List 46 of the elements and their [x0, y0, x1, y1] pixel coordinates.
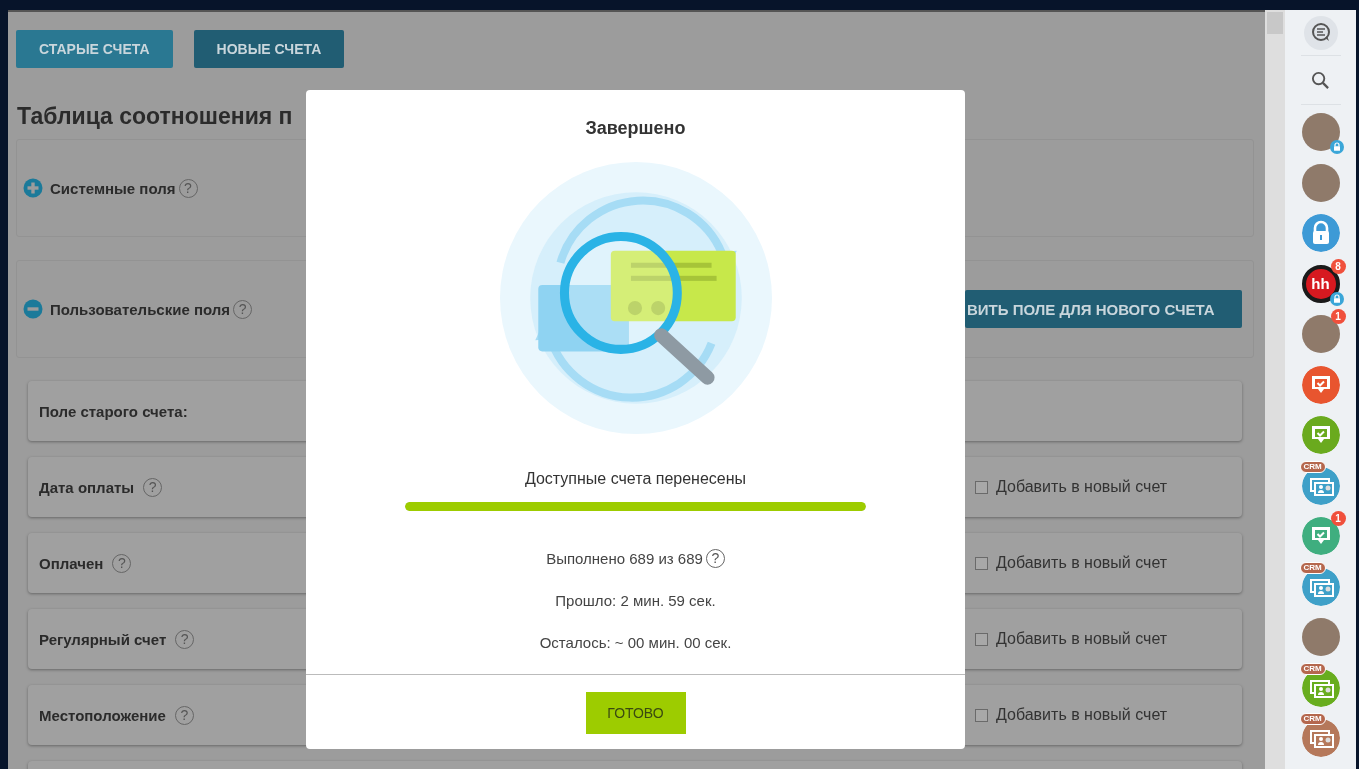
- add-field-button[interactable]: ВИТЬ ПОЛЕ ДЛЯ НОВОГО СЧЕТА: [965, 290, 1242, 328]
- crm-tag: CRM: [1299, 460, 1326, 473]
- checkbox-label[interactable]: Добавить в новый счет: [996, 706, 1168, 724]
- notification-badge: 1: [1330, 309, 1346, 324]
- avatar-placeholder[interactable]: [1301, 163, 1340, 202]
- crm-tag: CRM: [1299, 662, 1326, 675]
- checkbox-label[interactable]: Добавить в новый счет: [996, 478, 1168, 496]
- elapsed-time: Прошло: 2 мин. 59 сек.: [555, 591, 716, 609]
- status-message: Доступные счета перенесены: [524, 470, 747, 488]
- tab[interactable]: СТАРЫЕ СЧЕТА: [16, 30, 173, 68]
- section-title: Системные поля: [50, 179, 176, 197]
- contacts-app-icon[interactable]: [1301, 668, 1340, 707]
- field-label: Дата оплаты: [39, 478, 135, 496]
- field-label: Регулярный счет: [39, 630, 167, 648]
- contacts-app-icon[interactable]: [1301, 567, 1340, 606]
- chat-icon[interactable]: [1303, 15, 1338, 50]
- checkbox[interactable]: [975, 556, 988, 570]
- crm-tag: CRM: [1299, 713, 1326, 725]
- search-icon[interactable]: [1311, 70, 1330, 90]
- section-title: Пользовательские поля: [50, 300, 231, 318]
- tab[interactable]: НОВЫЕ СЧЕТА: [193, 30, 345, 68]
- expand-toggle-icon[interactable]: [23, 299, 43, 319]
- avatar-placeholder[interactable]: [1301, 618, 1340, 656]
- done-count: Выполнено 689 из 689: [546, 549, 703, 567]
- crm-tag: CRM: [1299, 561, 1326, 574]
- checkbox[interactable]: [975, 632, 988, 646]
- checkbox-label[interactable]: Добавить в новый счет: [996, 630, 1168, 648]
- expand-toggle-icon[interactable]: [23, 178, 43, 198]
- lock-icon[interactable]: [1301, 214, 1340, 252]
- task-app-icon[interactable]: [1301, 365, 1340, 404]
- checkbox[interactable]: [975, 480, 988, 494]
- remaining-time: Осталось: ~ 00 мин. 00 сек.: [539, 633, 732, 651]
- dialog-title: Завершено: [585, 118, 686, 139]
- done-button[interactable]: ГОТОВО: [585, 692, 686, 734]
- page-title: Таблица соотношения п: [17, 103, 294, 131]
- column-header: Поле старого счета:: [39, 402, 188, 420]
- avatar-placeholder[interactable]: [1301, 113, 1340, 151]
- notification-badge: 1: [1330, 511, 1346, 526]
- notification-badge: 8: [1330, 258, 1346, 274]
- contacts-app-icon[interactable]: [1301, 719, 1340, 757]
- contacts-app-icon[interactable]: [1301, 466, 1340, 505]
- field-label: Местоположение: [39, 706, 166, 724]
- checkbox-label[interactable]: Добавить в новый счет: [996, 554, 1168, 572]
- task-app-icon[interactable]: [1301, 416, 1340, 454]
- checkbox[interactable]: [975, 708, 988, 722]
- field-label: Оплачен: [39, 554, 104, 572]
